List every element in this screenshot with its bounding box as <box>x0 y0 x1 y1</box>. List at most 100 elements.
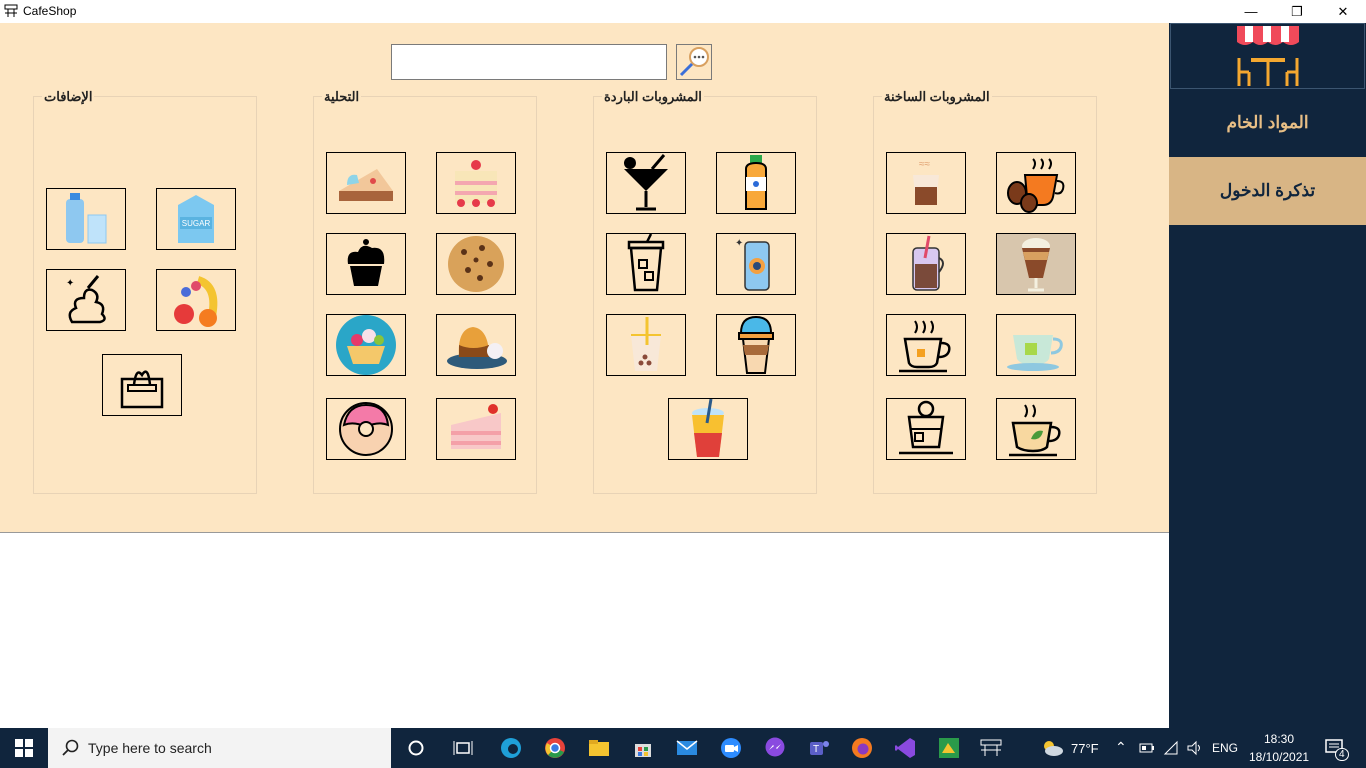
windows-icon <box>15 739 33 757</box>
mail-icon[interactable] <box>675 736 699 760</box>
group-title: التحلية <box>322 89 362 105</box>
logo <box>1170 23 1365 89</box>
cake-slice-icon <box>451 404 501 449</box>
clock-time[interactable]: 18:30 <box>1264 732 1294 746</box>
iced-cup-icon <box>627 234 665 292</box>
strawberry-cake-item[interactable] <box>436 152 516 214</box>
frappe-icon <box>738 315 774 374</box>
order-list-panel[interactable] <box>0 532 1169 727</box>
water-bottle-icon <box>66 193 107 244</box>
green-tea-item[interactable] <box>996 314 1076 376</box>
store-icon[interactable] <box>631 736 655 760</box>
coffee-cup-icon <box>1007 158 1065 213</box>
fruits-item[interactable] <box>156 269 236 331</box>
start-button[interactable] <box>0 728 48 768</box>
search-icon <box>62 739 79 756</box>
green-tea-icon <box>1007 335 1063 371</box>
cocktail-icon <box>624 154 668 211</box>
clock-date[interactable]: 18/10/2021 <box>1249 750 1309 764</box>
cookie-icon <box>448 236 504 292</box>
sketch-app-icon[interactable] <box>937 736 961 760</box>
close-button[interactable]: ✕ <box>1320 0 1366 23</box>
bubble-tea-item[interactable] <box>606 314 686 376</box>
tea-cup-icon <box>899 320 951 373</box>
soda-can-item[interactable]: ✦ <box>716 233 796 295</box>
edge-icon[interactable] <box>499 736 523 760</box>
cake-slice-item[interactable] <box>436 398 516 460</box>
herbal-tea-icon <box>1009 404 1061 457</box>
cappuccino-glass-item[interactable] <box>996 233 1076 295</box>
taskbar-search-placeholder: Type here to search <box>88 740 212 756</box>
tart-item[interactable] <box>326 314 406 376</box>
login-ticket-button[interactable]: تذكرة الدخول <box>1169 157 1366 225</box>
juice-bottle-icon <box>745 155 767 210</box>
smoothie-icon <box>692 399 724 457</box>
bubble-tea-icon <box>631 317 661 371</box>
whipped-cream-icon: ✦ <box>66 275 106 324</box>
strawberry-cake-icon <box>455 160 497 207</box>
fruit-tart-icon <box>336 315 396 375</box>
cafe-logo-icon <box>1236 26 1299 86</box>
svg-text:✦: ✦ <box>735 238 743 249</box>
pie-slice-item[interactable] <box>326 152 406 214</box>
search-button[interactable] <box>676 44 712 80</box>
chrome-icon[interactable] <box>543 736 567 760</box>
visual-studio-icon[interactable] <box>893 736 917 760</box>
iced-cup-item[interactable] <box>606 233 686 295</box>
zoom-icon[interactable] <box>719 736 743 760</box>
battery-icon[interactable] <box>1139 742 1155 754</box>
firefox-icon[interactable] <box>850 736 874 760</box>
sidebar: المواد الخام تذكرة الدخول <box>1169 23 1366 728</box>
cafeshop-taskbar-icon[interactable] <box>979 736 1003 760</box>
maximize-button[interactable]: ❐ <box>1274 0 1320 23</box>
donut-icon <box>339 402 393 456</box>
weather-icon[interactable] <box>1040 736 1064 760</box>
smoothie-item[interactable] <box>668 398 748 460</box>
tea-cup-item[interactable] <box>886 314 966 376</box>
latte-item[interactable]: ≈≈ <box>886 152 966 214</box>
donut-item[interactable] <box>326 398 406 460</box>
coffee-cup-item[interactable] <box>996 152 1076 214</box>
pudding-item[interactable] <box>436 314 516 376</box>
language-indicator[interactable]: ENG <box>1212 741 1238 755</box>
latte-cup-icon: ≈≈ <box>913 159 939 205</box>
group-cold-drinks: المشروبات الباردة ✦ <box>593 89 817 494</box>
tissue-box-icon <box>120 370 164 409</box>
group-title: الإضافات <box>42 89 95 105</box>
wifi-icon[interactable] <box>1163 740 1179 756</box>
raw-materials-button[interactable]: المواد الخام <box>1169 89 1366 157</box>
cupcake-icon <box>347 239 385 286</box>
svg-text:✦: ✦ <box>66 278 74 289</box>
messenger-icon[interactable] <box>763 736 787 760</box>
title-bar: CafeShop — ❐ ✕ <box>0 0 1366 23</box>
minimize-button[interactable]: — <box>1228 0 1274 23</box>
cortana-icon[interactable] <box>404 736 428 760</box>
juice-bottle-item[interactable] <box>716 152 796 214</box>
frappe-item[interactable] <box>716 314 796 376</box>
taskbar: Type here to search T 77°F ⌃ ENG 18:30 1… <box>0 728 1366 768</box>
search-icon <box>679 47 709 77</box>
soda-can-icon: ✦ <box>735 238 770 291</box>
taskbar-search[interactable]: Type here to search <box>48 728 391 768</box>
whipped-cream-item[interactable]: ✦ <box>46 269 126 331</box>
file-explorer-icon[interactable] <box>587 736 611 760</box>
sugar-item[interactable]: SUGAR <box>156 188 236 250</box>
lemon-tea-item[interactable] <box>886 398 966 460</box>
herbal-tea-item[interactable] <box>996 398 1076 460</box>
chevron-up-icon[interactable]: ⌃ <box>1115 739 1127 756</box>
search-input[interactable] <box>391 44 667 80</box>
water-item[interactable] <box>46 188 126 250</box>
task-view-icon[interactable] <box>451 736 475 760</box>
milkshake-jar-item[interactable] <box>886 233 966 295</box>
window-title: CafeShop <box>23 4 77 18</box>
tissues-item[interactable] <box>102 354 182 416</box>
fruits-icon <box>174 276 218 327</box>
cappuccino-glass-icon <box>1022 238 1050 292</box>
cocktail-item[interactable] <box>606 152 686 214</box>
svg-text:≈≈: ≈≈ <box>919 159 930 170</box>
teams-icon[interactable]: T <box>807 736 831 760</box>
volume-icon[interactable] <box>1186 740 1204 756</box>
cookie-item[interactable] <box>436 233 516 295</box>
cupcake-item[interactable] <box>326 233 406 295</box>
group-title: المشروبات الساخنة <box>882 89 992 105</box>
